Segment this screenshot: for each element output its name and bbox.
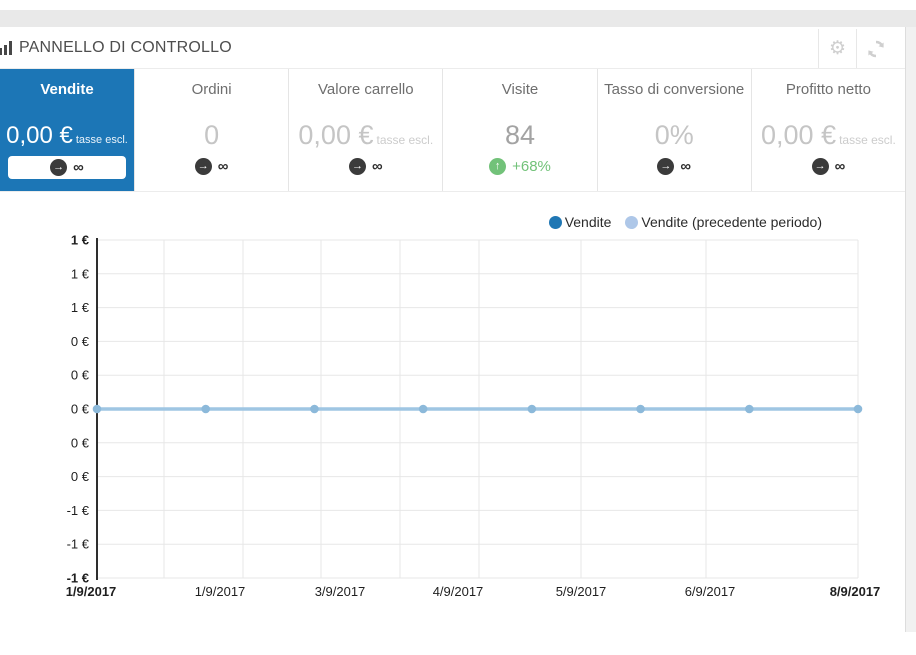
page-title: PANNELLO DI CONTROLLO [19, 38, 232, 56]
dashboard-settings-button[interactable]: ⚙ [818, 29, 856, 68]
refresh-icon [867, 40, 884, 57]
kpi-tile-value-suffix: tasse escl. [75, 134, 128, 146]
kpi-tile-value-suffix: tasse escl. [376, 133, 434, 147]
y-axis-tick-label: 0 € [71, 334, 90, 349]
arrow-right-icon: → [811, 158, 829, 175]
kpi-tiles: Vendite 0,00 € tasse escl. → ∞ Ordini 0 → ∞ Valor… [0, 68, 906, 192]
kpi-tile-label: Visite [501, 81, 539, 98]
y-axis-tick-label: -1 € [67, 537, 90, 552]
kpi-tile-infinity-link[interactable]: → ∞ [8, 156, 126, 179]
infinity-label: ∞ [834, 158, 846, 175]
kpi-tile-label: Tasso di conversione [604, 81, 745, 98]
kpi-tile-value: 0,00 € tasse escl. [6, 122, 128, 149]
kpi-tile-label: Vendite [40, 81, 94, 98]
infinity-label: ∞ [371, 158, 383, 175]
kpi-tile-tasso-di-conversione[interactable]: Tasso di conversione 0% → ∞ [597, 69, 752, 191]
data-point[interactable] [418, 404, 428, 414]
x-axis-tick-label: 3/9/2017 [315, 584, 366, 599]
y-axis-tick-label: -1 € [67, 503, 90, 518]
kpi-tile-label: Valore carrello [318, 81, 414, 98]
gear-icon: ⚙ [828, 38, 847, 59]
infinity-label: ∞ [73, 159, 84, 176]
x-axis-tick-label: 1/9/2017 [66, 584, 117, 599]
infinity-label: ∞ [680, 158, 692, 175]
x-axis-tick-label: 4/9/2017 [433, 584, 484, 599]
kpi-tile-infinity-link[interactable]: → ∞ [348, 158, 383, 175]
kpi-tile-visite[interactable]: Visite 84 ↑ +68% [443, 69, 598, 191]
y-axis-tick-label: 0 € [71, 368, 90, 383]
arrow-right-icon: → [194, 158, 212, 175]
bar-chart-icon [0, 40, 12, 55]
kpi-tile-infinity-link[interactable]: → ∞ [811, 158, 846, 175]
data-point[interactable] [636, 404, 645, 414]
kpi-tile-valore-carrello[interactable]: Valore carrello 0,00 € tasse escl. → ∞ [289, 69, 444, 191]
x-axis-tick-label: 1/9/2017 [195, 584, 246, 599]
legend-dot-icon [625, 215, 639, 229]
kpi-tile-vendite[interactable]: Vendite 0,00 € tasse escl. → ∞ [0, 69, 135, 191]
kpi-tile-trend[interactable]: ↑ +68% [489, 158, 551, 175]
arrow-right-icon: → [348, 158, 366, 175]
kpi-tile-value-suffix: tasse escl. [839, 133, 896, 147]
y-axis-tick-label: 1 € [71, 233, 89, 248]
data-point[interactable] [527, 404, 537, 414]
data-point[interactable] [201, 404, 211, 414]
kpi-tile-infinity-link[interactable]: → ∞ [657, 158, 691, 175]
kpi-tile-value: 0,00 € tasse escl. [761, 120, 896, 150]
y-axis-tick-label: 1 € [71, 300, 90, 315]
kpi-tile-value: 0 [204, 120, 220, 150]
kpi-tile-profitto-netto[interactable]: Profitto netto 0,00 € tasse escl. → ∞ [751, 69, 906, 191]
refresh-button[interactable] [856, 29, 894, 68]
page-header: PANNELLO DI CONTROLLO ⚙ [0, 27, 905, 68]
kpi-tile-value: 0% [654, 120, 694, 150]
sales-line-chart[interactable]: 1 €1 €1 €0 €0 €0 €0 €0 €-1 €-1 €-1 €1/9/… [0, 228, 916, 628]
kpi-tile-value: 0,00 € tasse escl. [298, 120, 434, 150]
y-axis-tick-label: 0 € [71, 435, 90, 450]
arrow-right-icon: → [657, 158, 675, 175]
kpi-tile-label: Profitto netto [785, 81, 871, 98]
x-axis-tick-label: 8/9/2017 [830, 584, 881, 599]
data-point[interactable] [744, 404, 754, 414]
data-point[interactable] [853, 404, 863, 414]
y-axis-tick-label: 1 € [71, 266, 90, 281]
x-axis-tick-label: 5/9/2017 [556, 584, 607, 599]
kpi-tile-infinity-link[interactable]: → ∞ [194, 158, 229, 175]
arrow-up-icon: ↑ [489, 158, 507, 175]
header-actions: ⚙ [818, 29, 894, 68]
kpi-tile-ordini[interactable]: Ordini 0 → ∞ [135, 69, 290, 191]
trend-value: +68% [512, 158, 551, 175]
x-axis-tick-label: 6/9/2017 [685, 584, 736, 599]
kpi-tile-value: 84 [504, 120, 536, 150]
legend-dot-icon [548, 215, 562, 229]
data-point[interactable] [310, 404, 319, 414]
arrow-right-icon: → [50, 159, 68, 176]
top-bar [0, 10, 916, 27]
data-point[interactable] [92, 404, 102, 414]
kpi-tile-label: Ordini [191, 81, 232, 98]
y-axis-tick-label: 0 € [71, 402, 90, 417]
y-axis-tick-label: 0 € [71, 469, 90, 484]
infinity-label: ∞ [217, 158, 229, 175]
